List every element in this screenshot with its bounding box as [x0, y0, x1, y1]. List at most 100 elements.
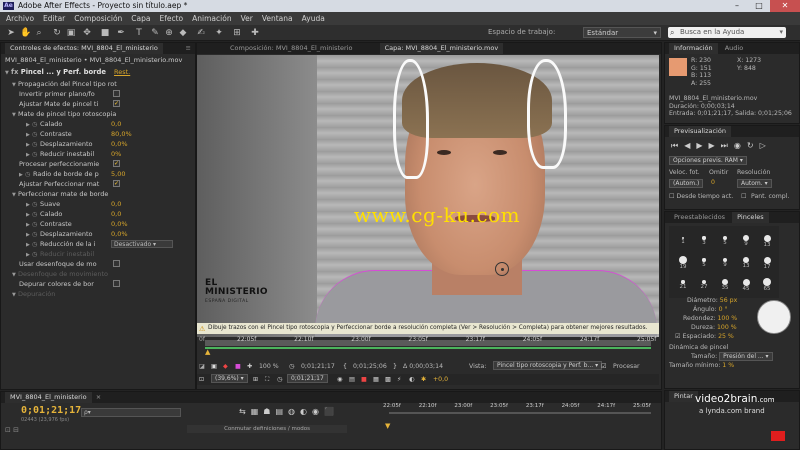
render-checkbox[interactable]: ☑ — [601, 361, 607, 372]
effect-property-row[interactable]: Depurar colores de bor — [1, 279, 201, 289]
property-dropdown[interactable]: Desactivado ▾ — [111, 240, 173, 248]
tab-preview[interactable]: Previsualización — [669, 126, 731, 137]
shy-icon[interactable]: ☗ — [263, 407, 275, 416]
effect-property-row[interactable]: ▼ Propagación del Pincel tipo rot — [1, 79, 201, 89]
toggle-alpha-icon[interactable]: ▣ — [211, 361, 217, 372]
effect-property-row[interactable]: ▼ Perfeccionar mate de borde — [1, 189, 201, 199]
snap-icon[interactable]: ⊞ — [232, 28, 242, 38]
fps-select[interactable]: (Autom.) — [669, 179, 704, 188]
snapshot-icon[interactable]: ◷ — [289, 361, 294, 372]
ram-preview-icon[interactable]: ▷ — [760, 141, 772, 150]
menu-item-efecto[interactable]: Efecto — [160, 14, 184, 23]
property-value[interactable]: 80,0% — [111, 129, 132, 139]
property-value[interactable]: 0,0% — [111, 139, 128, 149]
next-frame-icon[interactable]: ▶ — [709, 141, 721, 150]
exposure-icon[interactable]: ✱ — [421, 374, 426, 385]
property-value[interactable]: 0,0% — [111, 219, 128, 229]
effect-property-row[interactable]: ▶ ◷ Contraste 0,0% — [1, 219, 201, 229]
effect-property-row[interactable]: ▶ ◷ Radio de borde de p 5,00 — [1, 169, 201, 179]
graph-editor-icon[interactable]: ◉ — [312, 407, 324, 416]
hardness-value[interactable]: 100 % — [717, 324, 737, 331]
puppet-tool-icon[interactable]: ✦ — [214, 28, 224, 38]
tab-composition[interactable]: Composición: MVI_8804_El_ministerio — [225, 43, 358, 54]
property-checkbox[interactable]: ✓ — [113, 100, 120, 107]
effect-property-row[interactable]: ▶ ◷ Desplazamiento 0,0% — [1, 229, 201, 239]
close-button[interactable]: ✕ — [770, 0, 800, 12]
brush-tip[interactable]: 9 — [736, 230, 756, 247]
brush-tip[interactable]: 3 — [694, 230, 714, 246]
current-time-readout[interactable]: 0;01;21;17 — [301, 361, 335, 372]
tab-paint[interactable]: Pintar — [669, 391, 698, 402]
effect-property-row[interactable]: ▶ ◷ Suave 0,0 — [1, 199, 201, 209]
effect-property-row[interactable]: ▶ ◷ Calado 0,0 — [1, 119, 201, 129]
effect-property-row[interactable]: ▶ ◷ Contraste 80,0% — [1, 129, 201, 139]
tab-info[interactable]: Información — [669, 43, 718, 54]
set-in-icon[interactable]: { — [343, 361, 347, 372]
roto-brush-tool-icon[interactable]: ✍ — [196, 28, 206, 38]
panel-menu-icon[interactable]: ≡ — [186, 43, 191, 54]
tab-layer[interactable]: Capa: MVI_8804_El_ministerio.mov — [379, 43, 504, 54]
menu-item-editar[interactable]: Editar — [43, 14, 65, 23]
toggle-switches-icon[interactable]: ⊡ — [5, 426, 11, 434]
layer-viewer-image[interactable]: EL MINISTERIO ESPAÑA DIGITAL www.cg-ku.c… — [197, 55, 659, 337]
effect-property-row[interactable]: Procesar perfeccionamie ✓ — [1, 159, 201, 169]
brush-tip-grid[interactable]: 1 3 5 9 13 19 5 9 13 17 21 27 35 45 65 — [669, 226, 779, 298]
effect-property-row[interactable]: ▶ ◷ Reducir inestabil 0% — [1, 149, 201, 159]
angle-value[interactable]: 0 ° — [719, 306, 728, 313]
tab-audio[interactable]: Audio — [720, 43, 748, 54]
property-value[interactable]: 0,0% — [111, 229, 128, 239]
tab-brushes[interactable]: Pinceles — [732, 212, 769, 223]
workspace-select[interactable]: Estándar ▾ — [583, 27, 661, 38]
set-out-icon[interactable]: } — [393, 361, 397, 372]
spacing-checkbox[interactable]: ☑ — [675, 333, 681, 340]
camera-snapshot-icon[interactable]: ◉ — [337, 374, 342, 385]
time-icon[interactable]: ◷ — [277, 374, 282, 385]
property-value[interactable]: 0,0 — [111, 209, 121, 219]
selection-tool-icon[interactable]: ➤ — [6, 28, 16, 38]
brush-tip[interactable]: 5 — [715, 230, 735, 246]
property-checkbox[interactable] — [113, 90, 120, 97]
time2-readout[interactable]: 0;01;21;17 — [287, 374, 328, 383]
size-select[interactable]: Presión del ... ▾ — [719, 352, 773, 361]
effect-property-row[interactable]: ▼ Mate de pincel tipo rotoscopia — [1, 109, 201, 119]
property-checkbox[interactable] — [113, 260, 120, 267]
property-value[interactable]: 0,0 — [111, 199, 121, 209]
fullscreen-checkbox[interactable]: ☐ — [741, 193, 747, 200]
clone-tool-icon[interactable]: ⊕ — [164, 28, 174, 38]
toggle-matte-icon[interactable]: ■ — [235, 361, 241, 372]
brush-tip[interactable]: 17 — [757, 252, 777, 270]
menu-item-capa[interactable]: Capa — [131, 14, 150, 23]
rectangle-tool-icon[interactable]: ■ — [100, 28, 110, 38]
reset-link[interactable]: Rest. — [114, 68, 130, 76]
menu-item-composicion[interactable]: Composición — [74, 14, 122, 23]
first-frame-icon[interactable]: ⏮ — [671, 141, 684, 150]
loop-icon[interactable]: ↻ — [747, 141, 760, 150]
tab-effect-controls[interactable]: Controles de efectos: MVI_8804_El_minist… — [5, 43, 163, 54]
effect-property-row[interactable]: ▶ ◷ Desplazamiento 0,0% — [1, 139, 201, 149]
property-value[interactable]: 0% — [111, 149, 121, 159]
prev-frame-icon[interactable]: ◀ — [684, 141, 696, 150]
fx-icon[interactable]: fx — [11, 68, 21, 76]
switches-modes-toggle[interactable]: Conmutar definiciones / modos — [187, 425, 347, 433]
live-update-icon[interactable]: ⬛ — [324, 407, 339, 416]
toggle-red-icon[interactable]: ◆ — [223, 361, 228, 372]
property-checkbox[interactable] — [113, 280, 120, 287]
eraser-tool-icon[interactable]: ◆ — [178, 28, 188, 38]
min-size-value[interactable]: 1 % — [722, 362, 734, 369]
minimize-button[interactable]: – — [726, 0, 748, 12]
timeline-playhead-icon[interactable]: ▼ — [385, 422, 390, 430]
close-tab-icon[interactable]: × — [96, 393, 101, 401]
current-time-indicator-icon[interactable]: ▲ — [205, 348, 210, 356]
toggle-overlay-icon[interactable]: ✚ — [247, 361, 252, 372]
draft-3d-icon[interactable]: ▦ — [251, 407, 264, 416]
maximize-button[interactable]: □ — [748, 0, 770, 12]
brush-tip[interactable]: 27 — [694, 274, 714, 290]
guides-icon[interactable]: ⛶ — [265, 374, 269, 385]
menu-item-archivo[interactable]: Archivo — [6, 14, 34, 23]
always-preview-icon[interactable]: ⊡ — [199, 374, 204, 385]
effect-property-row[interactable]: ▼ Depuración — [1, 289, 201, 299]
transparency-grid-icon[interactable]: ▩ — [385, 374, 391, 385]
ruler-work-area[interactable] — [205, 347, 651, 349]
property-checkbox[interactable]: ✓ — [113, 180, 120, 187]
composition-mini-flowchart-icon[interactable]: ⇆ — [239, 407, 251, 416]
